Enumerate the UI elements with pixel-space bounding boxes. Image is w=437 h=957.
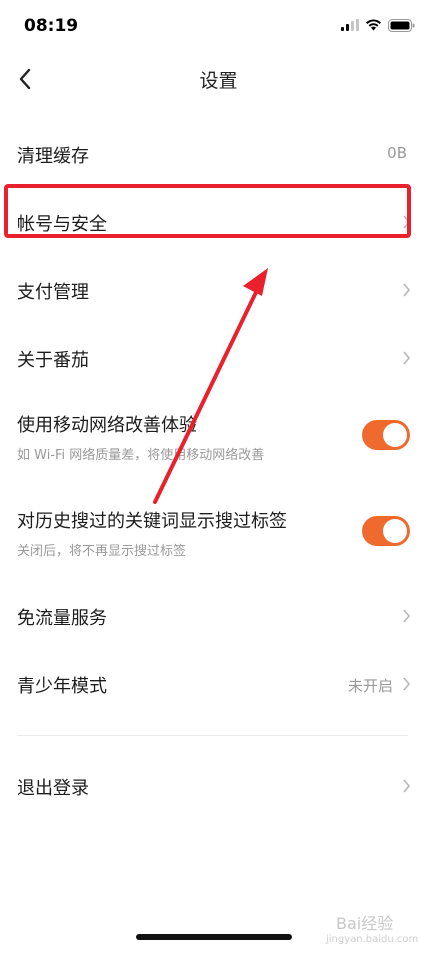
- mobile-network-toggle[interactable]: [362, 420, 410, 450]
- wifi-icon: [366, 19, 381, 31]
- setting-label: 对历史搜过的关键词显示搜过标签: [17, 511, 287, 532]
- setting-search-history-tag: 对历史搜过的关键词显示搜过标签 关闭后，将不再显示搜过标签: [0, 500, 437, 568]
- chevron-right-icon: [403, 351, 411, 365]
- cache-size-value: 0B: [387, 144, 407, 162]
- cellular-signal-icon: [341, 19, 359, 31]
- watermark: Bai经验 jingyan.baidu.com: [316, 910, 432, 950]
- setting-payment-management[interactable]: 支付管理: [0, 262, 437, 316]
- setting-label: 退出登录: [17, 778, 89, 799]
- status-time: 08:19: [24, 16, 79, 36]
- search-history-tag-toggle[interactable]: [362, 516, 410, 546]
- battery-icon: [388, 18, 415, 32]
- setting-label: 免流量服务: [17, 608, 107, 629]
- toggle-knob: [383, 423, 407, 447]
- setting-free-data-service[interactable]: 免流量服务: [0, 588, 437, 642]
- setting-teen-mode[interactable]: 青少年模式 未开启: [0, 656, 437, 710]
- teen-mode-status: 未开启: [347, 677, 393, 695]
- setting-label: 关于番茄: [17, 350, 89, 371]
- chevron-right-icon: [403, 283, 411, 297]
- annotation-highlight-box: [4, 184, 411, 238]
- status-bar: 08:19: [0, 0, 437, 54]
- setting-label: 使用移动网络改善体验: [17, 415, 197, 436]
- setting-label: 清理缓存: [17, 146, 89, 167]
- home-indicator[interactable]: [136, 934, 292, 940]
- toggle-knob: [383, 519, 407, 543]
- watermark-url: jingyan.baidu.com: [326, 934, 419, 945]
- nav-bar: 设置: [0, 54, 437, 104]
- page-title: 设置: [199, 70, 238, 92]
- watermark-logo: Bai经验: [336, 914, 394, 933]
- chevron-right-icon: [403, 779, 411, 793]
- setting-log-out[interactable]: 退出登录: [0, 758, 437, 812]
- setting-description: 关闭后，将不再显示搜过标签: [17, 544, 187, 559]
- chevron-right-icon: [403, 609, 411, 623]
- setting-label: 支付管理: [17, 282, 89, 303]
- setting-description: 如 Wi-Fi 网络质量差，将使用移动网络改善: [17, 448, 265, 463]
- setting-about[interactable]: 关于番茄: [0, 330, 437, 384]
- status-icons: [341, 18, 415, 32]
- section-divider: [17, 735, 408, 736]
- setting-label: 青少年模式: [17, 676, 107, 697]
- chevron-right-icon: [403, 677, 411, 691]
- setting-mobile-network: 使用移动网络改善体验 如 Wi-Fi 网络质量差，将使用移动网络改善: [0, 404, 437, 472]
- setting-clear-cache[interactable]: 清理缓存 0B: [0, 126, 437, 180]
